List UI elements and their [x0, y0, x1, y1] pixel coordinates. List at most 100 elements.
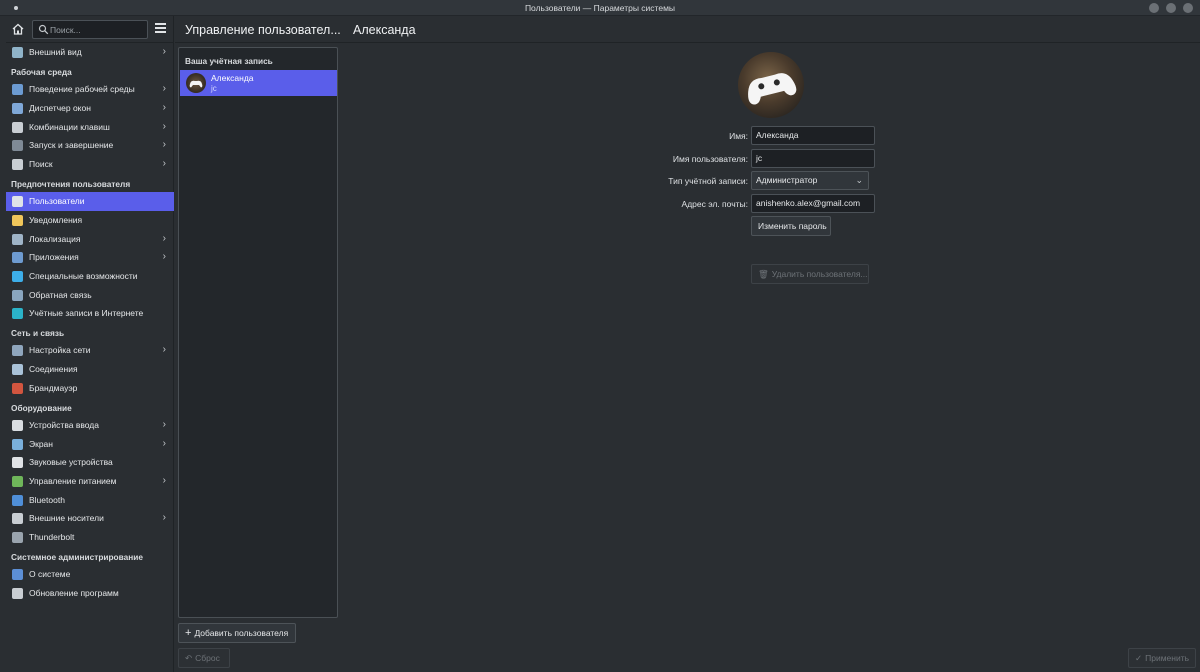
chevron-right-icon: › [162, 475, 166, 487]
sidebar-item[interactable]: Звуковые устройства [6, 453, 174, 472]
window-title: Пользователи — Параметры системы [524, 3, 676, 13]
user-list-item[interactable]: Александа jc [180, 70, 337, 96]
chevron-right-icon: › [162, 344, 166, 356]
sidebar-item[interactable]: Управление питанием › [6, 472, 174, 491]
chevron-right-icon: › [162, 46, 166, 57]
sidebar-item[interactable]: Внешние носители › [6, 509, 174, 528]
username-field[interactable]: jc [751, 149, 875, 168]
change-password-button[interactable]: Изменить пароль [751, 216, 831, 236]
sidebar-item[interactable]: Внешний вид › [6, 43, 174, 62]
sidebar-category: Сеть и связь [11, 327, 65, 338]
localization-icon [12, 233, 23, 245]
checkmark-icon: ✓ [1135, 653, 1143, 663]
removable-media-icon [12, 513, 23, 525]
user-avatar-large[interactable] [738, 52, 804, 118]
sidebar-item[interactable]: Обновление программ [6, 584, 174, 603]
sidebar-category: Рабочая среда [11, 66, 72, 77]
chevron-right-icon: › [162, 139, 166, 151]
connections-icon [12, 364, 23, 376]
sidebar-item[interactable]: Локализация › [6, 230, 174, 249]
minimize-button[interactable] [1149, 3, 1159, 13]
sidebar-item[interactable]: Устройства ввода › [6, 416, 174, 435]
sidebar-item[interactable]: Thunderbolt [6, 528, 174, 547]
search-placeholder: Поиск... [50, 25, 81, 35]
page-title: Александа [353, 23, 416, 37]
sidebar-item[interactable]: Bluetooth [6, 491, 174, 510]
sidebar-item-label: Уведомления [29, 214, 83, 225]
sidebar-item[interactable]: Экран › [6, 435, 174, 454]
account-type-select[interactable]: Администратор ⌄ [751, 171, 869, 190]
chevron-right-icon: › [162, 157, 166, 169]
name-field[interactable]: Александа [751, 126, 875, 145]
sidebar-item[interactable]: Запуск и завершение › [6, 136, 174, 155]
search-input[interactable]: Поиск... [32, 20, 148, 39]
sidebar-item[interactable]: Настройка сети › [6, 341, 174, 360]
section-title[interactable]: Управление пользовател... [185, 23, 341, 37]
apply-label: Применить [1145, 653, 1190, 663]
email-field[interactable]: anishenko.alex@gmail.com [751, 194, 875, 213]
applications-icon [12, 252, 23, 264]
startup-icon [12, 140, 23, 152]
sidebar-item-label: Внешние носители [29, 513, 104, 524]
sidebar-item-label: Пользователи [29, 196, 85, 207]
window-manager-icon [12, 102, 23, 114]
user-list-header: Ваша учётная запись [185, 56, 273, 66]
users-icon [12, 196, 23, 208]
sidebar-item-label: Устройства ввода [29, 420, 99, 430]
trash-icon: 🗑 [758, 269, 769, 279]
sidebar: Поиск... Внешний вид › Рабочая среда Поведе… [6, 16, 174, 672]
sidebar-item[interactable]: Поведение рабочей среды › [6, 80, 174, 99]
undo-icon: ↶ [185, 653, 193, 663]
sidebar-item-label: Поиск [29, 158, 53, 169]
sidebar-item[interactable]: Обратная связь [6, 286, 174, 305]
user-list: Ваша учётная запись Александа jc [178, 47, 338, 618]
account-type-label: Тип учётной записи: [668, 176, 748, 186]
sidebar-item-label: Комбинации клавиш [29, 121, 110, 132]
sidebar-item[interactable]: Уведомления [6, 211, 174, 230]
sidebar-item-label: Внешний вид [29, 47, 82, 57]
delete-user-button[interactable]: 🗑 Удалить пользователя... [751, 264, 869, 284]
accessibility-icon [12, 270, 23, 282]
reset-button[interactable]: ↶ Сброс [178, 648, 230, 668]
sidebar-item-label: Обратная связь [29, 289, 92, 300]
sidebar-item-label: Брандмауэр [29, 382, 78, 393]
sidebar-item[interactable]: Соединения [6, 360, 174, 379]
chevron-right-icon: › [162, 437, 166, 449]
chevron-right-icon: › [162, 83, 166, 95]
add-user-label: Добавить пользователя [194, 628, 289, 638]
username-label: Имя пользователя: [672, 154, 748, 164]
apply-button[interactable]: ✓ Применить [1128, 648, 1196, 668]
account-type-value: Администратор [756, 175, 818, 185]
feedback-icon [12, 289, 23, 301]
network-icon [12, 345, 23, 357]
workspace-icon [12, 84, 23, 96]
sidebar-category: Оборудование [11, 402, 72, 413]
chevron-right-icon: › [162, 232, 166, 244]
sidebar-item-label: Локализация [29, 233, 81, 244]
online-accounts-icon [12, 308, 23, 320]
home-icon[interactable] [11, 22, 25, 36]
info-icon [12, 569, 23, 581]
sidebar-item[interactable]: Комбинации клавиш › [6, 118, 174, 137]
sidebar-item[interactable]: Диспетчер окон › [6, 99, 174, 118]
sidebar-item[interactable]: Брандмауэр [6, 379, 174, 398]
keyboard-icon [12, 121, 23, 133]
close-button[interactable] [1183, 3, 1193, 13]
sidebar-item[interactable]: Поиск › [6, 155, 174, 174]
sidebar-item[interactable]: Учётные записи в Интернете [6, 304, 174, 323]
sidebar-item[interactable]: О системе [6, 565, 174, 584]
maximize-button[interactable] [1166, 3, 1176, 13]
add-user-button[interactable]: + Добавить пользователя [178, 623, 296, 643]
chevron-right-icon: › [162, 419, 166, 430]
hamburger-menu-icon[interactable] [155, 23, 166, 34]
sidebar-item[interactable]: Специальные возможности [6, 267, 174, 286]
firewall-icon [12, 382, 23, 394]
sidebar-item[interactable]: Пользователи [6, 192, 174, 211]
appearance-icon [12, 47, 23, 58]
sidebar-item-label: Настройка сети [29, 345, 91, 356]
search-icon [38, 24, 49, 35]
sidebar-item-label: Thunderbolt [29, 532, 75, 543]
input-devices-icon [12, 420, 23, 431]
title-bar: Пользователи — Параметры системы [0, 0, 1200, 16]
sidebar-item[interactable]: Приложения › [6, 248, 174, 267]
